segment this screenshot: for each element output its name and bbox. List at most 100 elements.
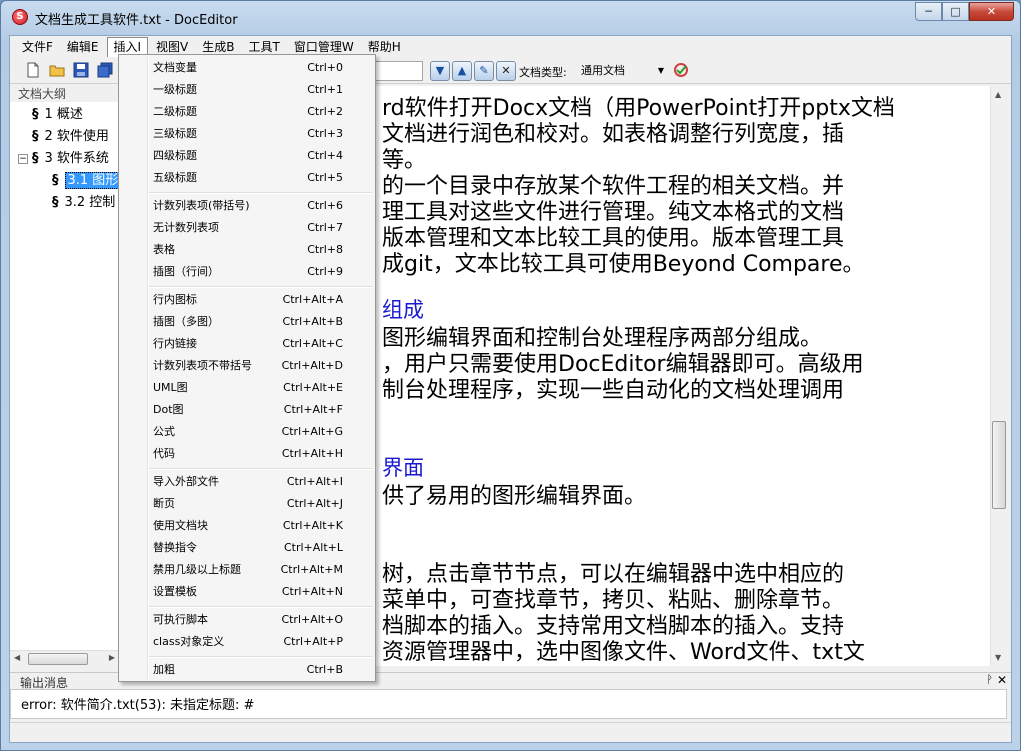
scroll-down-icon[interactable]: ▼ bbox=[995, 653, 1001, 662]
menu-item-label: 公式 bbox=[153, 425, 175, 438]
menu-item-shortcut: Ctrl+Alt+H bbox=[281, 447, 343, 460]
output-panel[interactable]: error: 软件简介.txt(53): 未指定标题: # bbox=[10, 689, 1007, 719]
menu-item-shortcut: Ctrl+Alt+A bbox=[282, 293, 343, 306]
minimize-button[interactable]: ─ bbox=[915, 2, 942, 21]
insert-menu-item[interactable]: 设置模板 Ctrl+Alt+N bbox=[121, 581, 373, 603]
editor-text-line: 成git，文本比较工具可使用Beyond Compare。 bbox=[382, 252, 865, 277]
menu-item-shortcut: Ctrl+Alt+F bbox=[283, 403, 343, 416]
collapse-icon[interactable]: − bbox=[18, 153, 28, 164]
menu-separator bbox=[149, 192, 373, 194]
menu-separator bbox=[149, 606, 373, 608]
insert-menu-item[interactable]: 计数列表项(带括号) Ctrl+6 bbox=[121, 195, 373, 217]
doc-type-label: 文档类型: bbox=[519, 66, 567, 79]
insert-menu-item[interactable]: 公式 Ctrl+Alt+G bbox=[121, 421, 373, 443]
insert-menu-item[interactable]: 可执行脚本 Ctrl+Alt+O bbox=[121, 609, 373, 631]
outline-tree: § 1 概述 § 2 软件使用 − § 3 软件系统 § 3.1 图形 § 3.2 控制 bbox=[10, 102, 122, 214]
insert-menu-item[interactable]: 五级标题 Ctrl+5 bbox=[121, 167, 373, 189]
menu-item-label: 导入外部文件 bbox=[153, 475, 219, 488]
replace-icon[interactable]: ✎ bbox=[474, 61, 494, 81]
scrollbar-thumb[interactable] bbox=[992, 421, 1006, 509]
scroll-up-icon[interactable]: ▲ bbox=[995, 90, 1001, 99]
menu-item-shortcut: Ctrl+3 bbox=[307, 127, 343, 140]
insert-menu-item[interactable]: 表格 Ctrl+8 bbox=[121, 239, 373, 261]
insert-menu-item[interactable]: class对象定义 Ctrl+Alt+P bbox=[121, 631, 373, 653]
menu-item-shortcut: Ctrl+0 bbox=[307, 61, 343, 74]
app-icon: S bbox=[12, 9, 28, 25]
new-file-icon[interactable] bbox=[24, 62, 42, 80]
nav-down-icon[interactable]: ▼ bbox=[430, 61, 450, 81]
menu-item-shortcut: Ctrl+Alt+N bbox=[281, 585, 343, 598]
save-icon[interactable] bbox=[72, 62, 90, 80]
menu-item-shortcut: Ctrl+8 bbox=[307, 243, 343, 256]
insert-menu-item[interactable]: 插图（多图） Ctrl+Alt+B bbox=[121, 311, 373, 333]
menu-item-label: 五级标题 bbox=[153, 171, 197, 184]
menu-item-shortcut: Ctrl+2 bbox=[307, 105, 343, 118]
outline-item[interactable]: − § 3 软件系统 bbox=[10, 148, 119, 170]
maximize-button[interactable]: □ bbox=[942, 2, 969, 21]
insert-menu-item[interactable]: 一级标题 Ctrl+1 bbox=[121, 79, 373, 101]
menu-separator bbox=[149, 286, 373, 288]
menu-item-shortcut: Ctrl+Alt+P bbox=[283, 635, 343, 648]
refresh-check-icon[interactable] bbox=[672, 62, 690, 80]
menu-item-shortcut: Ctrl+Alt+O bbox=[281, 613, 343, 626]
menu-edit[interactable]: 编辑E bbox=[61, 37, 105, 57]
save-all-icon[interactable] bbox=[96, 62, 114, 80]
pin-icon[interactable]: ᚹ bbox=[986, 673, 993, 686]
open-folder-icon[interactable] bbox=[48, 62, 66, 80]
menu-item-label: 行内链接 bbox=[153, 337, 197, 350]
insert-menu-item[interactable]: 四级标题 Ctrl+4 bbox=[121, 145, 373, 167]
insert-menu-item[interactable]: 文档变量 Ctrl+0 bbox=[121, 57, 373, 79]
insert-menu-item[interactable]: 无计数列表项 Ctrl+7 bbox=[121, 217, 373, 239]
title-bar[interactable]: S 文档生成工具软件.txt - DocEditor ─ □ ✕ bbox=[1, 1, 1020, 33]
editor-vertical-scrollbar[interactable]: ▲ ▼ bbox=[990, 86, 1007, 666]
outline-item[interactable]: § 3.2 控制 bbox=[10, 192, 119, 214]
outline-item[interactable]: § 3.1 图形 bbox=[10, 170, 122, 192]
insert-menu-item[interactable]: 计数列表项不带括号 Ctrl+Alt+D bbox=[121, 355, 373, 377]
close-icon[interactable]: ✕ bbox=[997, 673, 1007, 687]
menu-item-shortcut: Ctrl+Alt+G bbox=[281, 425, 343, 438]
menu-item-label: 加粗 bbox=[153, 663, 175, 676]
scroll-right-icon[interactable]: ▶ bbox=[109, 653, 115, 662]
editor-text-line: 制台处理程序，实现一些自动化的文档处理调用 bbox=[382, 378, 845, 403]
menu-item-shortcut: Ctrl+Alt+J bbox=[286, 497, 343, 510]
outline-horizontal-scrollbar[interactable]: ◀ ▶ bbox=[10, 650, 119, 666]
insert-menu-item[interactable]: 使用文档块 Ctrl+Alt+K bbox=[121, 515, 373, 537]
menu-item-label: 行内图标 bbox=[153, 293, 197, 306]
status-bar bbox=[10, 722, 1011, 742]
close-button[interactable]: ✕ bbox=[969, 2, 1014, 21]
doc-type-value: 通用文档 bbox=[581, 64, 625, 77]
insert-menu-item[interactable]: 导入外部文件 Ctrl+Alt+I bbox=[121, 471, 373, 493]
outline-item[interactable]: § 1 概述 bbox=[10, 104, 119, 126]
menu-item-label: 文档变量 bbox=[153, 61, 197, 74]
insert-menu-item[interactable]: 断页 Ctrl+Alt+J bbox=[121, 493, 373, 515]
insert-menu-item[interactable]: 代码 Ctrl+Alt+H bbox=[121, 443, 373, 465]
insert-menu-item[interactable]: 禁用几级以上标题 Ctrl+Alt+M bbox=[121, 559, 373, 581]
menu-item-label: 使用文档块 bbox=[153, 519, 208, 532]
menu-item-label: 无计数列表项 bbox=[153, 221, 219, 234]
insert-menu-item[interactable]: 二级标题 Ctrl+2 bbox=[121, 101, 373, 123]
outline-item[interactable]: § 2 软件使用 bbox=[10, 126, 119, 148]
menu-item-shortcut: Ctrl+1 bbox=[307, 83, 343, 96]
insert-menu-item[interactable]: 三级标题 Ctrl+3 bbox=[121, 123, 373, 145]
insert-menu-item[interactable]: 插图（行间） Ctrl+9 bbox=[121, 261, 373, 283]
menu-item-label: 替换指令 bbox=[153, 541, 197, 554]
menu-item-shortcut: Ctrl+Alt+D bbox=[281, 359, 343, 372]
menu-item-shortcut: Ctrl+Alt+B bbox=[282, 315, 343, 328]
scroll-left-icon[interactable]: ◀ bbox=[14, 653, 20, 662]
outline-item-label: 3 软件系统 bbox=[44, 151, 109, 166]
scrollbar-thumb[interactable] bbox=[28, 653, 88, 665]
section-icon: § bbox=[32, 107, 39, 122]
insert-menu-item[interactable]: Dot图 Ctrl+Alt+F bbox=[121, 399, 373, 421]
section-icon: § bbox=[52, 195, 59, 210]
menu-file[interactable]: 文件F bbox=[16, 37, 59, 57]
insert-menu-item[interactable]: 行内图标 Ctrl+Alt+A bbox=[121, 289, 373, 311]
insert-menu-item[interactable]: 加粗 Ctrl+B bbox=[121, 659, 373, 681]
doc-type-select[interactable]: 通用文档 ▼ bbox=[576, 61, 668, 81]
insert-menu-item[interactable]: 行内链接 Ctrl+Alt+C bbox=[121, 333, 373, 355]
clear-icon[interactable]: ✕ bbox=[496, 61, 516, 81]
menu-item-shortcut: Ctrl+4 bbox=[307, 149, 343, 162]
nav-up-icon[interactable]: ▲ bbox=[452, 61, 472, 81]
insert-menu-item[interactable]: 替换指令 Ctrl+Alt+L bbox=[121, 537, 373, 559]
insert-menu-item[interactable]: UML图 Ctrl+Alt+E bbox=[121, 377, 373, 399]
menu-item-label: 计数列表项不带括号 bbox=[153, 359, 252, 372]
